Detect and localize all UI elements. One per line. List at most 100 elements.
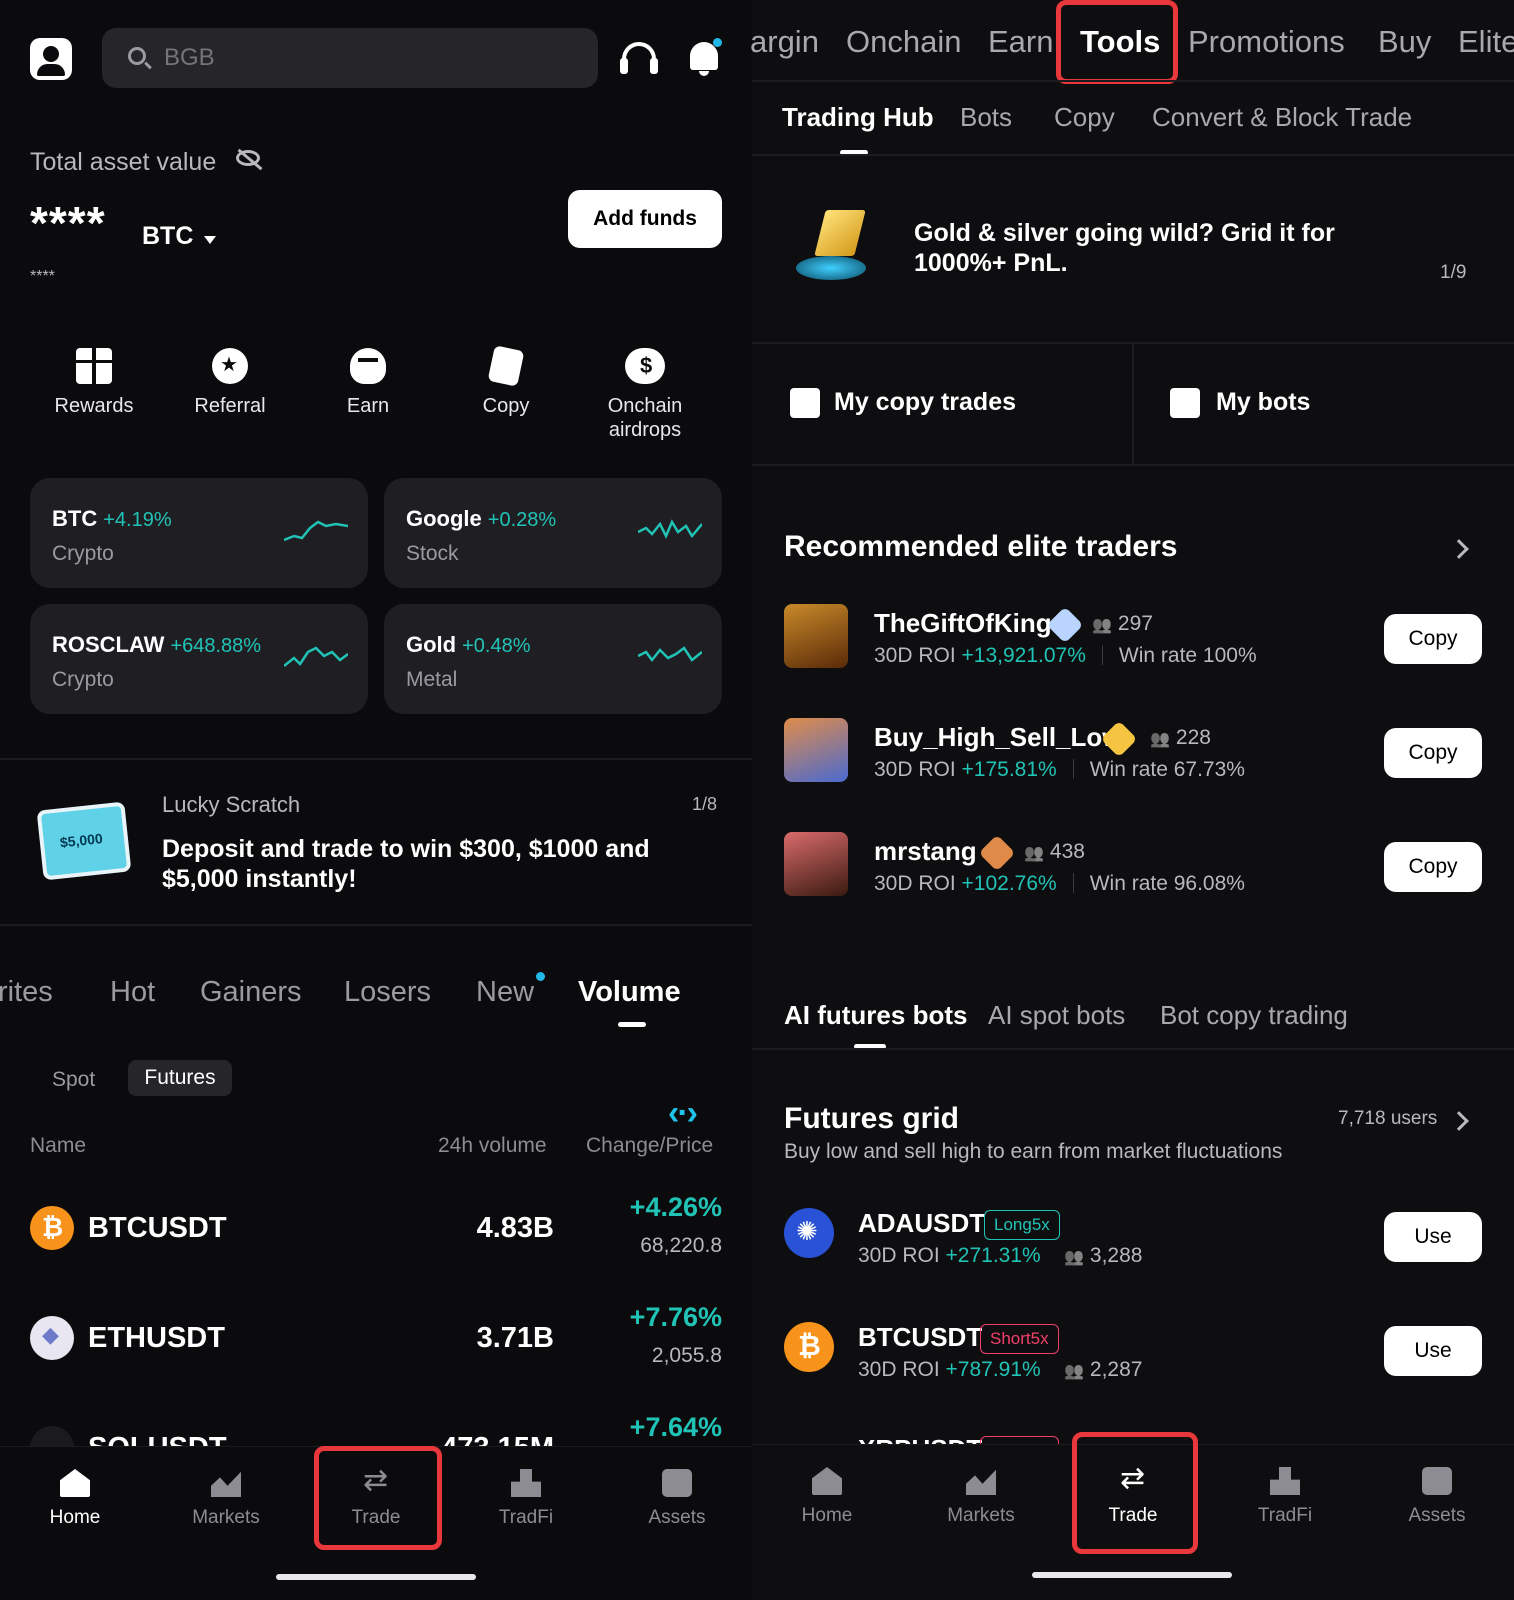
search-icon: [128, 47, 146, 65]
tab-new[interactable]: New: [476, 976, 534, 1009]
tab-favorites[interactable]: rites: [0, 976, 53, 1009]
market-card-gold[interactable]: Gold +0.48% Metal: [384, 604, 722, 714]
tab-onchain[interactable]: Onchain: [846, 24, 961, 60]
table-row[interactable]: ETHUSDT 3.71B +7.76% 2,055.8: [0, 1298, 752, 1398]
search-input[interactable]: [164, 28, 564, 88]
nav-label: TradFi: [498, 1507, 554, 1528]
airdrop-icon: [625, 348, 665, 384]
promo-banner-title[interactable]: Deposit and trade to win $300, $1000 and…: [162, 834, 682, 894]
caret-down-icon[interactable]: [204, 236, 216, 244]
tab-earn[interactable]: Earn: [988, 24, 1053, 60]
card-symbol: ROSCLAW: [52, 632, 165, 657]
tab-elite[interactable]: Elite: [1458, 24, 1514, 60]
quick-action-referral[interactable]: Referral: [160, 348, 300, 418]
tab-promotions[interactable]: Promotions: [1188, 24, 1345, 60]
trader-row[interactable]: Buy_High_Sell_Low 228 30D ROI +175.81% Wi…: [752, 718, 1514, 808]
home-icon: [812, 1467, 842, 1495]
copy-button[interactable]: Copy: [1384, 614, 1482, 664]
my-copy-trades-link[interactable]: My copy trades: [834, 388, 1016, 417]
my-bots-link[interactable]: My bots: [1216, 388, 1310, 417]
column-change-price[interactable]: Change/Price: [586, 1134, 713, 1158]
nav-label: TradFi: [1257, 1505, 1313, 1526]
referral-star-icon: [212, 348, 248, 384]
piggy-bank-icon: [350, 348, 386, 384]
trader-win-rate: Win rate 96.08%: [1089, 872, 1245, 895]
quick-action-rewards[interactable]: Rewards: [24, 348, 164, 418]
tab-gainers[interactable]: Gainers: [200, 976, 302, 1009]
card-category: Metal: [406, 668, 458, 691]
search-bar[interactable]: [102, 28, 598, 88]
market-card-google[interactable]: Google +0.28% Stock: [384, 478, 722, 588]
tab-bots[interactable]: Bots: [960, 102, 1012, 133]
card-symbol: Gold: [406, 632, 457, 657]
market-card-rosclaw[interactable]: ROSCLAW +648.88% Crypto: [30, 604, 368, 714]
card-change: +4.19%: [103, 509, 172, 531]
segment-spot[interactable]: Spot: [52, 1068, 95, 1092]
row-change: +7.76%: [629, 1302, 722, 1332]
tab-ai-futures-bots[interactable]: AI futures bots: [784, 1000, 967, 1031]
trader-row[interactable]: TheGiftOfKing 297 30D ROI +13,921.07% Win…: [752, 604, 1514, 694]
bot-symbol: BTCUSDT: [858, 1322, 983, 1352]
bot-row[interactable]: ADAUSDT Long5x 30D ROI +271.31% 3,288 Us…: [752, 1202, 1514, 1292]
tab-losers[interactable]: Losers: [344, 976, 431, 1009]
futures-grid-users[interactable]: 7,718 users: [1338, 1108, 1437, 1130]
hide-balance-icon[interactable]: [236, 150, 260, 166]
promo-banner-text[interactable]: Gold & silver going wild? Grid it for 10…: [914, 218, 1434, 278]
quick-action-copy[interactable]: Copy: [436, 345, 576, 418]
trader-tier-badge-icon: [1046, 606, 1084, 644]
sparkline: [284, 646, 348, 667]
bot-users: 3,288: [1064, 1244, 1143, 1268]
promo-counter: 1/8: [692, 794, 718, 814]
market-card-btc[interactable]: BTC +4.19% Crypto: [30, 478, 368, 588]
segment-futures[interactable]: Futures: [128, 1060, 232, 1096]
nav-markets[interactable]: Markets: [926, 1467, 1036, 1527]
tab-margin[interactable]: argin: [750, 24, 819, 60]
asset-sub-value: ****: [30, 268, 55, 285]
nav-tradfi[interactable]: TradFi: [1230, 1467, 1340, 1527]
trader-row[interactable]: mrstang 438 30D ROI +102.76% Win rate 96.…: [752, 832, 1514, 922]
column-volume[interactable]: 24h volume: [438, 1134, 547, 1158]
tab-trading-hub[interactable]: Trading Hub: [782, 102, 934, 133]
nav-markets[interactable]: Markets: [171, 1469, 281, 1529]
markets-chart-icon: [211, 1471, 241, 1497]
btc-coin-icon: [784, 1322, 834, 1372]
nav-label: Markets: [947, 1505, 1015, 1526]
elite-traders-title[interactable]: Recommended elite traders: [784, 530, 1177, 564]
row-symbol: ETHUSDT: [88, 1322, 225, 1354]
notification-bell-icon[interactable]: [690, 42, 718, 76]
support-headset-icon[interactable]: [620, 42, 658, 74]
quick-action-earn[interactable]: Earn: [298, 348, 438, 418]
use-button[interactable]: Use: [1384, 1326, 1482, 1376]
ai-assistant-icon[interactable]: ‹·›: [668, 1094, 698, 1133]
ada-coin-icon: [784, 1208, 834, 1258]
bot-row[interactable]: BTCUSDT Short5x 30D ROI +787.91% 2,287 U…: [752, 1316, 1514, 1406]
tab-bot-copy-trading[interactable]: Bot copy trading: [1160, 1000, 1348, 1031]
tab-convert-block-trade[interactable]: Convert & Block Trade: [1152, 102, 1412, 133]
tab-buy[interactable]: Buy: [1378, 24, 1431, 60]
asset-unit-selector[interactable]: BTC: [142, 222, 193, 251]
nav-home[interactable]: Home: [20, 1469, 130, 1529]
nav-tradfi[interactable]: TradFi: [471, 1469, 581, 1529]
trader-followers: 297: [1092, 612, 1153, 636]
copy-button[interactable]: Copy: [1384, 842, 1482, 892]
tab-copy[interactable]: Copy: [1054, 102, 1115, 133]
bot-leverage-tag: Short5x: [980, 1324, 1059, 1354]
add-funds-button[interactable]: Add funds: [568, 190, 722, 248]
roi-label: 30D ROI: [874, 872, 956, 895]
nav-home[interactable]: Home: [772, 1467, 882, 1527]
quick-action-onchain-airdrops[interactable]: Onchain airdrops: [574, 348, 716, 442]
profile-avatar-icon[interactable]: [30, 38, 72, 80]
copy-button[interactable]: Copy: [1384, 728, 1482, 778]
bot-leverage-tag: Long5x: [984, 1210, 1060, 1240]
trader-roi: +13,921.07%: [961, 644, 1086, 667]
row-change: +7.64%: [629, 1412, 722, 1442]
futures-grid-title: Futures grid: [784, 1102, 960, 1135]
tab-hot[interactable]: Hot: [110, 976, 155, 1009]
use-button[interactable]: Use: [1384, 1212, 1482, 1262]
nav-assets[interactable]: Assets: [622, 1469, 732, 1529]
nav-assets[interactable]: Assets: [1382, 1467, 1492, 1527]
table-row[interactable]: BTCUSDT 4.83B +4.26% 68,220.8: [0, 1188, 752, 1288]
trader-name: TheGiftOfKing: [874, 608, 1052, 638]
tab-ai-spot-bots[interactable]: AI spot bots: [988, 1000, 1125, 1031]
tab-volume[interactable]: Volume: [578, 976, 681, 1009]
